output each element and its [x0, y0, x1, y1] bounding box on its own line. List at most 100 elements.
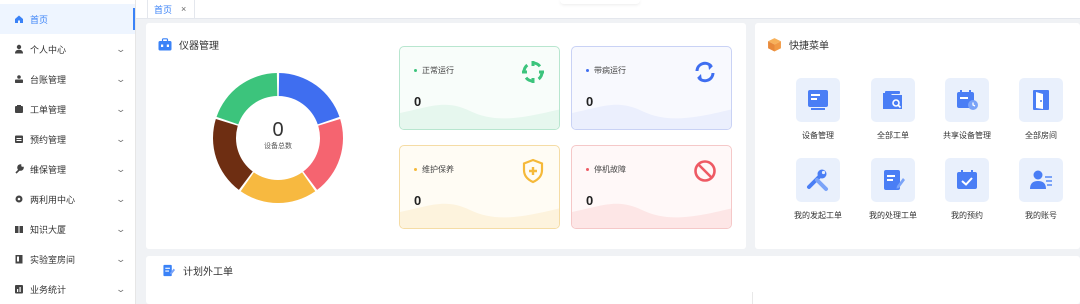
chevron-down-icon: ⌄	[115, 223, 127, 234]
sidebar-item-sharing[interactable]: 两利用中心 ⌄	[0, 184, 135, 214]
workorder-icon	[14, 104, 24, 114]
sidebar-item-maintenance[interactable]: 维保管理 ⌄	[0, 154, 135, 184]
quick-item-label: 设备管理	[802, 131, 834, 140]
sidebar-item-label: 两利用中心	[30, 194, 76, 205]
quick-item-label: 全部房间	[1025, 131, 1057, 140]
tab-home[interactable]: 首页 ×	[147, 0, 195, 19]
top-decoration	[560, 0, 640, 4]
divider	[752, 292, 753, 304]
account-icon	[1019, 158, 1063, 202]
sidebar-item-label: 台账管理	[30, 74, 67, 85]
donut-center: 0 设备总数	[211, 120, 345, 151]
sidebar-item-ledger[interactable]: 台账管理 ⌄	[0, 64, 135, 94]
quick-menu-title-text: 快捷菜单	[789, 41, 829, 52]
stat-label: 正常运行	[422, 66, 454, 75]
sidebar-item-label: 知识大厦	[30, 224, 67, 235]
quick-item-label: 共享设备管理	[943, 131, 991, 140]
stats-icon	[14, 284, 24, 294]
box-icon	[768, 38, 781, 52]
quick-item-label: 我的预约	[951, 211, 983, 220]
home-icon	[14, 14, 24, 24]
device-total-label: 设备总数	[264, 143, 292, 150]
shield-plus-icon	[522, 158, 544, 184]
stat-maintenance[interactable]: 维护保养 0	[399, 145, 560, 229]
sidebar-item-personal[interactable]: 个人中心 ⌄	[0, 34, 135, 64]
status-dot	[586, 168, 589, 171]
wave-decoration	[572, 203, 731, 228]
stat-faulty-running[interactable]: 带病运行 0	[571, 46, 732, 130]
unplanned-workorder-title-text: 计划外工单	[183, 267, 233, 278]
unplanned-workorder-title: 计划外工单	[162, 263, 233, 278]
share-icon	[14, 194, 24, 204]
forbidden-icon	[694, 160, 716, 182]
book-icon	[14, 224, 24, 234]
sidebar-item-label: 个人中心	[30, 44, 67, 55]
device-total-value: 0	[272, 119, 284, 141]
calendar-clock-icon	[945, 78, 989, 122]
wave-decoration	[400, 203, 559, 228]
wrench-icon	[14, 164, 24, 174]
refresh-icon	[695, 61, 715, 83]
status-dot	[586, 69, 589, 72]
toolbox-icon	[158, 38, 172, 51]
sidebar-item-workorder[interactable]: 工单管理 ⌄	[0, 94, 135, 124]
user-icon	[14, 44, 24, 54]
stat-normal-running[interactable]: 正常运行 0	[399, 46, 560, 130]
ledger-icon	[14, 74, 24, 84]
donut-segment[interactable]	[278, 73, 340, 125]
calendar-check-icon	[945, 158, 989, 202]
quick-item-my-initiated-workorders[interactable]: 我的发起工单	[783, 158, 853, 221]
quick-item-all-rooms[interactable]: 全部房间	[1006, 78, 1076, 141]
folder-search-icon	[871, 78, 915, 122]
chevron-down-icon: ⌄	[115, 73, 127, 84]
tab-label: 首页	[154, 4, 173, 15]
chevron-down-icon: ⌄	[115, 163, 127, 174]
chevron-down-icon: ⌄	[115, 103, 127, 114]
sidebar-item-label: 预约管理	[30, 134, 67, 145]
sidebar-item-statistics[interactable]: 业务统计 ⌄	[0, 274, 135, 304]
sidebar-item-label: 工单管理	[30, 104, 67, 115]
sidebar-item-lab-room[interactable]: 实验室房间 ⌄	[0, 244, 135, 274]
chevron-down-icon: ⌄	[115, 253, 127, 264]
quick-item-device-management[interactable]: 设备管理	[783, 78, 853, 141]
room-icon	[14, 254, 24, 264]
quick-item-all-workorders[interactable]: 全部工单	[858, 78, 928, 141]
sidebar-item-label: 业务统计	[30, 284, 67, 295]
stat-shutdown-fault[interactable]: 停机故障 0	[571, 145, 732, 229]
sidebar-item-label: 维保管理	[30, 164, 67, 175]
quick-menu-card: 快捷菜单 设备管理 全部工单 共享设备管理 全部房间 我的发起工单 我的处理工单…	[755, 23, 1080, 249]
running-icon	[522, 61, 544, 83]
instrument-title: 仪器管理	[179, 41, 219, 52]
chevron-down-icon: ⌄	[115, 43, 127, 54]
tools-icon	[796, 158, 840, 202]
wave-decoration	[572, 104, 731, 129]
sidebar-item-label: 首页	[30, 14, 49, 25]
close-icon[interactable]: ×	[181, 4, 186, 14]
quick-item-shared-devices[interactable]: 共享设备管理	[932, 78, 1002, 141]
sidebar-item-booking[interactable]: 预约管理 ⌄	[0, 124, 135, 154]
instrument-card-title: 仪器管理	[158, 37, 219, 52]
sidebar-item-label: 实验室房间	[30, 254, 76, 265]
device-icon	[796, 78, 840, 122]
calendar-icon	[14, 134, 24, 144]
quick-item-my-account[interactable]: 我的账号	[1006, 158, 1076, 221]
chevron-down-icon: ⌄	[115, 193, 127, 204]
quick-item-my-handled-workorders[interactable]: 我的处理工单	[858, 158, 928, 221]
quick-item-label: 我的发起工单	[794, 211, 842, 220]
edit-doc-icon	[871, 158, 915, 202]
chevron-down-icon: ⌄	[115, 283, 127, 294]
quick-item-label: 我的处理工单	[869, 211, 917, 220]
sidebar-item-home[interactable]: 首页	[0, 4, 135, 34]
donut-segment[interactable]	[216, 73, 278, 125]
quick-menu-title: 快捷菜单	[767, 37, 829, 52]
status-dot	[414, 168, 417, 171]
quick-item-label: 全部工单	[877, 131, 909, 140]
wave-decoration	[400, 104, 559, 129]
donut-segment[interactable]	[240, 172, 316, 204]
door-icon	[1019, 78, 1063, 122]
chevron-down-icon: ⌄	[115, 133, 127, 144]
quick-item-label: 我的账号	[1025, 211, 1057, 220]
quick-item-my-bookings[interactable]: 我的预约	[932, 158, 1002, 221]
sidebar-item-knowledge[interactable]: 知识大厦 ⌄	[0, 214, 135, 244]
instrument-card: 仪器管理 0 设备总数 正常运行 0 带病运行 0 维护保养 0 停机故障 0	[146, 23, 746, 249]
